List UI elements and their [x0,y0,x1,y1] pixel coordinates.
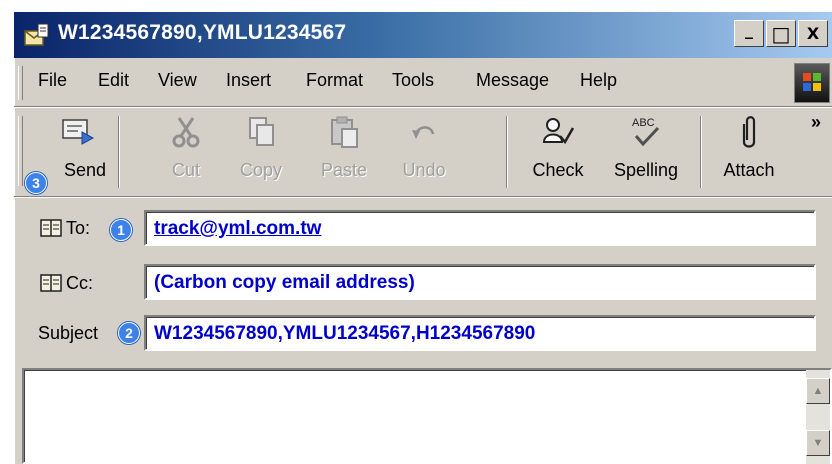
spelling-button[interactable]: ABC Spelling [602,108,690,194]
compose-window: W1234567890,YMLU1234567 _ □ X File Edit … [14,12,832,464]
copy-icon [249,117,274,146]
menu-tools[interactable]: Tools [392,70,434,91]
subject-step-badge: 2 [118,322,140,344]
scroll-down-icon: ▼ [812,437,824,449]
minimize-icon: _ [745,20,753,39]
toolbar-separator-1 [118,116,120,188]
windows-logo-icon [794,63,830,103]
undo-icon [412,126,435,139]
subject-value: W1234567890,YMLU1234567,H1234567890 [154,323,536,344]
send-button[interactable]: Send [42,108,114,194]
to-address[interactable]: track@yml.com.tw [154,218,321,240]
to-label: To: [66,218,91,238]
scroll-up-icon: ▲ [812,385,824,397]
send-step-badge: 3 [25,172,47,194]
toolbar-overflow-chevron-icon[interactable]: » [811,112,821,133]
check-names-button[interactable]: Check [522,108,594,194]
window-title: W1234567890,YMLU1234567 [58,21,347,44]
windows-flag-icon [803,73,821,91]
new-message-icon [24,23,49,46]
send-label: Send [63,160,107,180]
to-step-badge: 1 [110,219,132,241]
menu-insert[interactable]: Insert [226,70,271,91]
toolbar-header-divider [14,196,832,198]
spelling-icon: ABC [632,117,660,147]
paste-icon [331,116,358,148]
address-book-icon[interactable] [40,219,62,237]
close-icon: X [806,24,820,43]
maximize-button[interactable]: □ [766,20,796,47]
scissors-icon [172,117,200,148]
undo-button[interactable]: Undo [392,108,456,194]
check-names-label: Check [532,160,584,180]
copy-label: Copy [239,160,283,180]
subject-label: Subject [38,323,99,343]
body-scrollbar[interactable]: ▲ ▼ [806,370,830,464]
paperclip-icon [742,116,756,148]
menu-grip[interactable] [18,66,23,100]
close-button[interactable]: X [798,20,828,47]
minimize-button[interactable]: _ [734,20,764,47]
menu-message[interactable]: Message [476,70,549,91]
menu-help[interactable]: Help [580,70,617,91]
scroll-down-button[interactable]: ▼ [806,430,830,456]
attach-button[interactable]: Attach [710,108,788,194]
svg-text:ABC: ABC [632,117,655,129]
attach-label: Attach [723,160,775,180]
maximize-icon: □ [771,21,791,46]
cut-label: Cut [171,160,200,180]
to-field[interactable]: track@yml.com.tw [144,210,816,246]
undo-label: Undo [402,160,446,180]
subject-field[interactable]: W1234567890,YMLU1234567,H1234567890 [144,315,816,351]
send-icon [62,119,95,145]
cc-label: Cc: [66,273,93,293]
menu-view[interactable]: View [158,70,197,91]
spelling-label: Spelling [613,160,679,180]
menu-format[interactable]: Format [306,70,363,91]
paste-label: Paste [320,160,368,180]
title-bar[interactable]: W1234567890,YMLU1234567 _ □ X [14,12,832,58]
message-body[interactable]: ▲ ▼ [22,368,832,464]
menu-bar: File Edit View Insert Format Tools Messa… [14,60,832,106]
cc-field[interactable]: (Carbon copy email address) [144,264,816,300]
menu-edit[interactable]: Edit [98,70,129,91]
address-book-icon[interactable] [40,274,62,292]
toolbar: Send 3 Cut Copy Paste Undo Check ABC Spe… [14,108,832,194]
scroll-up-button[interactable]: ▲ [806,378,830,404]
check-names-icon [542,118,575,145]
toolbar-separator-2 [506,116,508,188]
cut-button[interactable]: Cut [156,108,216,194]
copy-button[interactable]: Copy [226,108,296,194]
menu-file[interactable]: File [38,70,67,91]
paste-button[interactable]: Paste [306,108,382,194]
toolbar-grip[interactable] [18,116,23,186]
cc-value: (Carbon copy email address) [154,272,415,293]
toolbar-separator-3 [700,116,702,188]
